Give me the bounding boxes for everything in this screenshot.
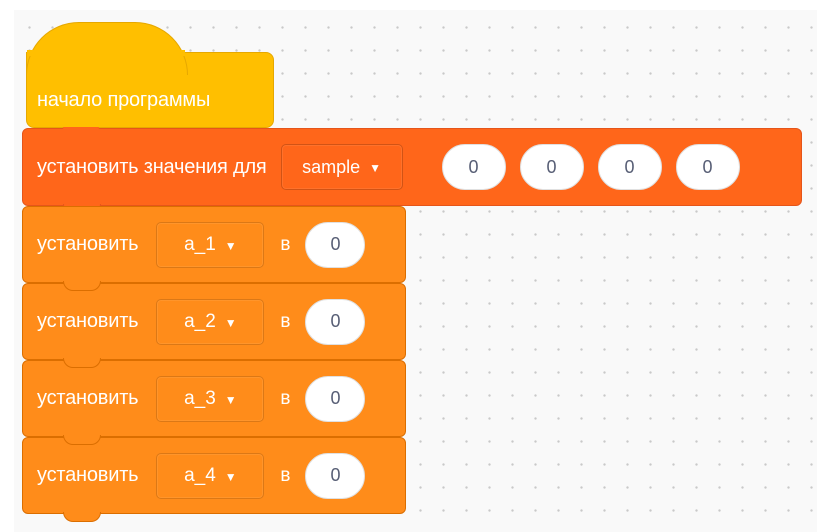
block-notch-bottom: [63, 512, 101, 522]
set-variable-label: установить: [37, 310, 139, 332]
variable-dropdown[interactable]: a_4 ▼: [156, 452, 265, 499]
block-notch-bottom: [63, 435, 101, 445]
list-value-input-4[interactable]: 0: [675, 144, 740, 190]
set-variable-block-a1[interactable]: установить a_1 ▼ в 0: [22, 206, 406, 291]
block-notch-top: [63, 127, 99, 135]
variable-dropdown-value: a_2: [184, 310, 216, 332]
value-input[interactable]: 0: [305, 221, 366, 268]
list-value-input-2[interactable]: 0: [519, 144, 584, 190]
variable-dropdown-value: a_1: [184, 233, 216, 255]
variable-dropdown[interactable]: a_3 ▼: [156, 375, 265, 422]
variable-dropdown[interactable]: a_1 ▼: [156, 221, 265, 268]
caret-down-icon: ▼: [224, 315, 237, 330]
to-word: в: [280, 310, 291, 332]
hat-block-label: начало программы: [37, 88, 211, 111]
to-word: в: [280, 387, 291, 409]
set-list-values-label: установить значения для: [37, 155, 267, 178]
value-input[interactable]: 0: [305, 298, 366, 345]
set-list-values-block[interactable]: установить значения для sample ▼ 0 0 0 0: [22, 127, 802, 214]
block-notch-bottom: [63, 281, 101, 291]
caret-down-icon: ▼: [224, 238, 237, 253]
value-input[interactable]: 0: [305, 375, 366, 422]
variable-dropdown[interactable]: a_2 ▼: [156, 298, 265, 345]
caret-down-icon: ▼: [224, 469, 237, 484]
set-variable-label: установить: [37, 387, 139, 409]
caret-down-icon: ▼: [224, 392, 237, 407]
set-variable-label: установить: [37, 464, 139, 486]
set-variable-label: установить: [37, 233, 139, 255]
variable-dropdown-value: a_4: [184, 464, 216, 486]
variable-dropdown-value: a_3: [184, 387, 216, 409]
list-value-input-3[interactable]: 0: [597, 144, 662, 190]
list-dropdown-value: sample: [302, 156, 361, 177]
list-value-input-1[interactable]: 0: [441, 144, 506, 190]
to-word: в: [280, 464, 291, 486]
to-word: в: [280, 233, 291, 255]
value-input[interactable]: 0: [305, 452, 366, 499]
hat-block-cap-joint: [27, 50, 185, 56]
list-dropdown[interactable]: sample ▼: [280, 144, 403, 190]
set-variable-block-a2[interactable]: установить a_2 ▼ в 0: [22, 283, 406, 368]
block-notch-bottom: [63, 358, 101, 368]
caret-down-icon: ▼: [369, 161, 382, 175]
hat-block-cap[interactable]: [26, 22, 188, 75]
set-variable-block-a4[interactable]: установить a_4 ▼ в 0: [22, 437, 406, 522]
set-variable-block-a3[interactable]: установить a_3 ▼ в 0: [22, 360, 406, 445]
